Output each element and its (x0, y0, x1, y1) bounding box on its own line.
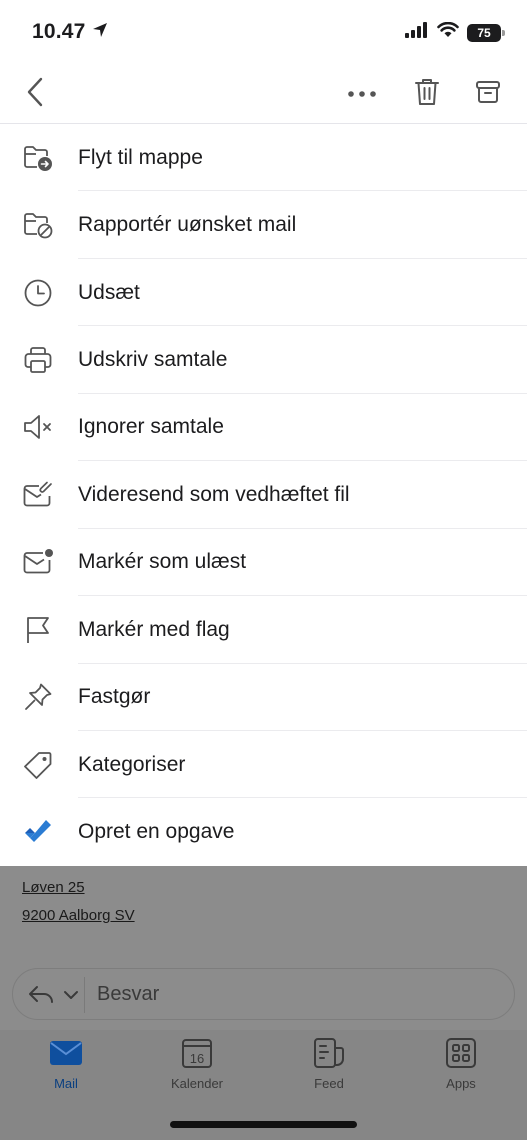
more-button[interactable] (344, 78, 380, 110)
menu-item-move-to-folder[interactable]: Flyt til mappe (0, 124, 527, 192)
reply-arrow-icon[interactable] (27, 981, 55, 1009)
tab-label: Mail (54, 1076, 78, 1091)
menu-item-report-junk[interactable]: Rapportér uønsket mail (0, 191, 527, 259)
menu-item-create-task[interactable]: Opret en opgave (0, 798, 527, 865)
more-dots-icon (347, 85, 377, 103)
feed-icon (311, 1036, 347, 1070)
chevron-left-icon (26, 77, 44, 112)
tab-apps[interactable]: Apps (411, 1036, 511, 1100)
menu-item-label: Flyt til mappe (78, 145, 203, 169)
menu-item-label: Rapportér uønsket mail (78, 213, 297, 237)
tab-label: Kalender (170, 1076, 224, 1091)
menu-item-flag[interactable]: Markér med flag (0, 596, 527, 664)
cellular-signal-icon (405, 22, 429, 43)
message-toolbar (0, 64, 527, 124)
menu-item-label: Markér som ulæst (78, 550, 247, 574)
status-time-group: 10.47 (32, 20, 108, 44)
mail-unread-icon (22, 546, 54, 578)
status-indicators: 75 (405, 21, 505, 43)
home-indicator[interactable] (170, 1121, 357, 1128)
location-arrow-icon (92, 20, 108, 44)
status-time: 10.47 (32, 20, 86, 43)
archive-button[interactable] (471, 78, 505, 110)
mail-attach-icon (22, 479, 54, 511)
folder-move-icon (22, 142, 54, 174)
menu-item-label: Markér med flag (78, 617, 230, 641)
apps-grid-icon (443, 1036, 479, 1070)
reply-label: Besvar (97, 983, 160, 1005)
address-line-1[interactable]: Løven 25 (22, 874, 135, 902)
delete-button[interactable] (410, 76, 444, 112)
tab-label: Feed (314, 1076, 344, 1091)
menu-item-mark-unread[interactable]: Markér som ulæst (0, 529, 527, 597)
archive-icon (475, 79, 501, 110)
menu-item-label: Opret en opgave (78, 820, 235, 844)
status-bar: 10.47 75 (0, 0, 527, 64)
folder-blocked-icon (22, 209, 54, 241)
menu-item-label: Udskriv samtale (78, 348, 228, 372)
calendar-date: 16 (190, 1051, 204, 1066)
address-line-2[interactable]: 9200 Aalborg SV (22, 902, 135, 930)
reply-bar[interactable]: Besvar (12, 968, 515, 1020)
mail-icon (48, 1036, 84, 1070)
tag-icon (22, 749, 54, 781)
menu-item-label: Kategoriser (78, 752, 186, 776)
tab-calendar[interactable]: 16 Kalender (147, 1036, 247, 1100)
speaker-mute-icon (22, 411, 54, 443)
menu-item-forward-as-attachment[interactable]: Videresend som vedhæftet fil (0, 461, 527, 529)
calendar-icon: 16 (179, 1036, 215, 1070)
email-address-block: Løven 25 9200 Aalborg SV (22, 874, 135, 930)
menu-item-snooze[interactable]: Udsæt (0, 259, 527, 327)
back-button[interactable] (20, 77, 50, 112)
todo-check-icon (22, 816, 54, 848)
menu-item-label: Udsæt (78, 280, 140, 304)
menu-item-label: Ignorer samtale (78, 415, 224, 439)
chevron-down-icon[interactable] (61, 983, 81, 1007)
flag-icon (22, 614, 54, 646)
reply-separator (84, 977, 85, 1013)
menu-item-label: Fastgør (78, 685, 151, 709)
pin-icon (22, 681, 54, 713)
trash-icon (414, 77, 440, 112)
menu-item-categorize[interactable]: Kategoriser (0, 731, 527, 799)
printer-icon (22, 344, 54, 376)
tab-mail[interactable]: Mail (16, 1036, 116, 1100)
battery-indicator: 75 (467, 23, 505, 42)
menu-item-pin[interactable]: Fastgør (0, 664, 527, 731)
message-actions-menu: Flyt til mappe Rapportér uønsket mail Ud… (0, 124, 527, 866)
tab-label: Apps (446, 1076, 476, 1091)
menu-item-label: Videresend som vedhæftet fil (78, 482, 350, 506)
menu-item-print-conversation[interactable]: Udskriv samtale (0, 326, 527, 394)
tab-feed[interactable]: Feed (279, 1036, 379, 1100)
wifi-icon (437, 21, 459, 43)
menu-item-ignore-conversation[interactable]: Ignorer samtale (0, 394, 527, 462)
clock-icon (22, 277, 54, 309)
